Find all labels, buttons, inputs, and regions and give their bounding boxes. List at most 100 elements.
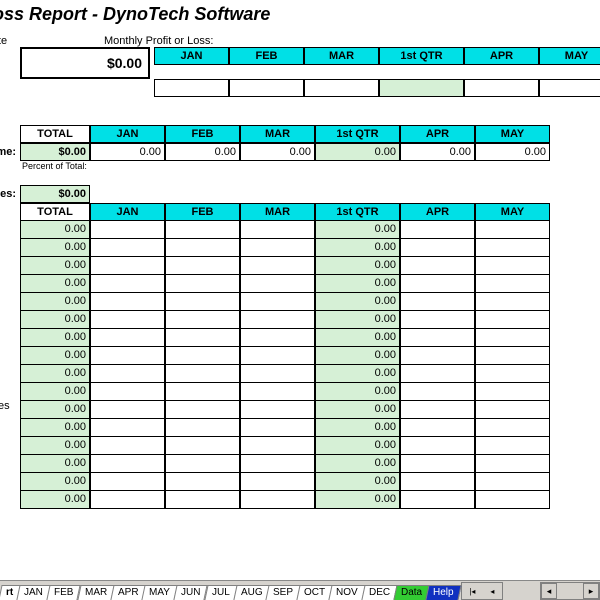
expense-cell[interactable] [400,311,475,329]
expense-cell[interactable] [240,455,315,473]
expense-cell-q1[interactable]: 0.00 [315,257,400,275]
expense-cell[interactable] [90,275,165,293]
expense-cell[interactable] [240,437,315,455]
sheet-tab-aug[interactable]: AUG [233,585,270,600]
income-header-may[interactable]: MAY [475,125,550,143]
expense-cell[interactable] [475,491,550,509]
expense-cell[interactable] [90,365,165,383]
scroll-left-button[interactable]: ◂ [541,583,557,599]
profit-cell-q1[interactable] [379,79,464,97]
expense-cell[interactable] [165,383,240,401]
income-header-mar[interactable]: MAR [240,125,315,143]
exp-header-mar[interactable]: MAR [240,203,315,221]
expense-cell[interactable] [400,455,475,473]
expense-cell[interactable] [240,221,315,239]
expense-cell[interactable] [90,419,165,437]
expenses-grand-total[interactable]: $0.00 [20,185,90,203]
expense-cell[interactable] [400,365,475,383]
expense-cell[interactable] [90,221,165,239]
expense-cell[interactable] [400,293,475,311]
expense-cell[interactable] [165,401,240,419]
expense-cell-q1[interactable]: 0.00 [315,329,400,347]
sheet-tab-help[interactable]: Help [426,585,462,600]
expense-cell[interactable] [475,365,550,383]
month-header-jan[interactable]: JAN [154,47,229,65]
expense-cell[interactable] [90,347,165,365]
expense-row-total[interactable]: 0.00 [20,491,90,509]
expense-cell[interactable] [400,329,475,347]
expense-cell[interactable] [165,329,240,347]
expense-cell[interactable] [90,401,165,419]
exp-header-feb[interactable]: FEB [165,203,240,221]
expense-cell-q1[interactable]: 0.00 [315,239,400,257]
expense-cell[interactable] [165,347,240,365]
expense-cell-q1[interactable]: 0.00 [315,455,400,473]
profit-cell[interactable] [464,79,539,97]
income-header-feb[interactable]: FEB [165,125,240,143]
expense-row-total[interactable]: 0.00 [20,419,90,437]
expense-cell[interactable] [240,329,315,347]
profit-cell[interactable] [154,79,229,97]
sheet-tab-jan[interactable]: JAN [17,585,51,600]
income-cell[interactable]: 0.00 [400,143,475,161]
expense-cell[interactable] [90,437,165,455]
income-header-apr[interactable]: APR [400,125,475,143]
month-header-mar[interactable]: MAR [304,47,379,65]
exp-header-may[interactable]: MAY [475,203,550,221]
sheet-tab-dec[interactable]: DEC [361,585,397,600]
tab-scroll-buttons[interactable]: |◂ ◂ [461,582,503,600]
expense-cell[interactable] [90,257,165,275]
income-cell[interactable]: 0.00 [475,143,550,161]
expense-cell[interactable] [165,311,240,329]
exp-header-jan[interactable]: JAN [90,203,165,221]
expense-cell-q1[interactable]: 0.00 [315,221,400,239]
expense-row-total[interactable]: 0.00 [20,437,90,455]
expense-cell[interactable] [475,401,550,419]
expense-cell[interactable] [90,473,165,491]
expense-cell[interactable] [90,383,165,401]
month-header-q1[interactable]: 1st QTR [379,47,464,65]
expense-cell-q1[interactable]: 0.00 [315,311,400,329]
month-header-feb[interactable]: FEB [229,47,304,65]
expense-cell-q1[interactable]: 0.00 [315,491,400,509]
expense-cell[interactable] [400,437,475,455]
expense-row-total[interactable]: 0.00 [20,311,90,329]
net-profit-value[interactable]: $0.00 [20,47,150,79]
expense-cell[interactable] [240,257,315,275]
scroll-right-button[interactable]: ▸ [583,583,599,599]
month-header-may[interactable]: MAY [539,47,600,65]
expense-cell[interactable] [475,455,550,473]
income-cell[interactable]: 0.00 [240,143,315,161]
sheet-tab-oct[interactable]: OCT [297,585,333,600]
expense-cell[interactable] [165,293,240,311]
profit-cell[interactable] [304,79,379,97]
sheet-tab-may[interactable]: MAY [142,585,178,600]
sheet-tab-sep[interactable]: SEP [266,585,301,600]
expense-cell[interactable] [475,329,550,347]
expense-cell[interactable] [475,473,550,491]
expense-cell[interactable] [240,275,315,293]
expense-cell[interactable] [475,275,550,293]
expense-cell-q1[interactable]: 0.00 [315,473,400,491]
sheet-tab-jun[interactable]: JUN [174,585,209,600]
horizontal-scrollbar[interactable]: ◂ ▸ [540,582,600,600]
expense-cell[interactable] [475,437,550,455]
expense-row-total[interactable]: 0.00 [20,329,90,347]
expense-cell[interactable] [400,221,475,239]
expense-row-total[interactable]: 0.00 [20,257,90,275]
profit-cell[interactable] [539,79,600,97]
sheet-tab-nov[interactable]: NOV [329,585,366,600]
expense-cell[interactable] [90,491,165,509]
expense-cell[interactable] [475,347,550,365]
expense-cell[interactable] [400,383,475,401]
expense-cell[interactable] [400,257,475,275]
expense-cell[interactable] [165,419,240,437]
expense-cell[interactable] [240,383,315,401]
expense-cell[interactable] [165,491,240,509]
expense-cell[interactable] [475,257,550,275]
expense-cell[interactable] [90,455,165,473]
exp-header-q1[interactable]: 1st QTR [315,203,400,221]
income-cell[interactable]: 0.00 [165,143,240,161]
sheet-tab-mar[interactable]: MAR [77,585,114,600]
expense-cell[interactable] [400,419,475,437]
